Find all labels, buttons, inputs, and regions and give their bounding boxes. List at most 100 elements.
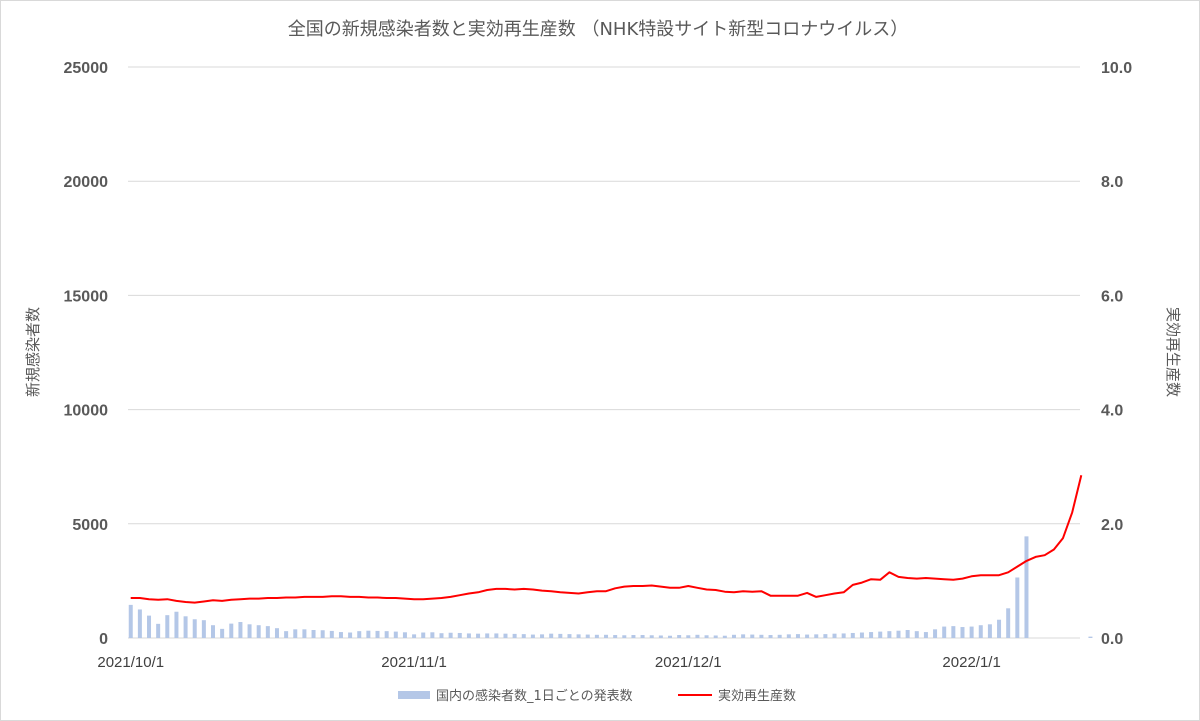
right-tick-label: 0.0 [1101, 631, 1123, 648]
case-bar [466, 633, 471, 638]
case-bar [247, 624, 252, 638]
case-bar [549, 633, 554, 638]
case-bar [704, 635, 709, 638]
case-bar [695, 634, 700, 638]
case-bar [969, 626, 974, 638]
case-bar [869, 632, 874, 638]
case-bar [174, 611, 179, 638]
case-bar [942, 626, 947, 638]
case-bar [1024, 536, 1029, 638]
case-bar [1088, 636, 1093, 638]
right-tick-label: 6.0 [1101, 288, 1123, 305]
case-bar [530, 634, 535, 638]
case-bar [320, 630, 325, 638]
case-bar [914, 631, 919, 638]
case-bar [439, 633, 444, 638]
case-bar [366, 630, 371, 638]
left-axis-ticks: 0 5000 10000 15000 20000 25000 [64, 60, 109, 648]
case-bar [604, 634, 609, 638]
case-bar [274, 628, 279, 638]
case-bar [183, 616, 188, 638]
case-bar [750, 634, 755, 638]
case-bar [192, 619, 197, 638]
gridlines [128, 66, 1080, 639]
case-bar [384, 631, 389, 638]
case-bar [896, 630, 901, 638]
case-bar [841, 633, 846, 638]
case-bar [668, 635, 673, 638]
case-bar [594, 634, 599, 638]
case-bar [1015, 577, 1020, 638]
case-bar [329, 630, 334, 638]
case-bar [759, 634, 764, 638]
case-bar [786, 634, 791, 638]
right-tick-label: 4.0 [1101, 403, 1123, 420]
case-bar [521, 634, 526, 638]
case-bar [823, 634, 828, 638]
bar-series [128, 536, 1093, 638]
case-bar [156, 623, 161, 638]
case-bar [338, 632, 343, 638]
case-bar [741, 634, 746, 638]
case-bar [567, 634, 572, 638]
x-axis-ticks: 2021/10/1 2021/11/1 2021/12/1 2022/1/1 [97, 654, 1000, 671]
case-bar [357, 631, 362, 638]
case-bar [814, 634, 819, 638]
right-axis-ticks: 0.0 2.0 4.0 6.0 8.0 10.0 [1101, 60, 1132, 648]
left-tick-label: 5000 [72, 517, 108, 534]
case-bar [256, 625, 261, 638]
chart-title: 全国の新規感染者数と実効再生産数 （NHK特設サイト新型コロナウイルス） [288, 19, 909, 40]
case-bar [211, 625, 216, 638]
case-bar [137, 609, 142, 638]
case-bar [284, 631, 289, 638]
rt-line [130, 475, 1083, 604]
case-bar [777, 634, 782, 638]
case-bar [677, 635, 682, 638]
case-bar [448, 632, 453, 638]
case-bar [731, 634, 736, 638]
case-bar [375, 630, 380, 638]
case-bar [128, 604, 133, 638]
case-bar [795, 634, 800, 638]
case-bar [832, 633, 837, 638]
left-tick-label: 0 [99, 631, 108, 648]
legend: 国内の感染者数_1日ごとの発表数 実効再生産数 [398, 688, 796, 704]
case-bar [768, 635, 773, 638]
left-tick-label: 20000 [64, 174, 109, 191]
case-bar [476, 633, 481, 638]
case-bar [402, 632, 407, 638]
x-tick-label: 2022/1/1 [942, 654, 1000, 671]
case-bar [658, 635, 663, 638]
left-tick-label: 10000 [64, 403, 109, 420]
case-bar [878, 631, 883, 638]
case-bar [503, 633, 508, 638]
case-bar [905, 630, 910, 638]
case-bar [238, 622, 243, 638]
case-bar [512, 633, 517, 638]
case-bar [978, 625, 983, 638]
x-tick-label: 2021/11/1 [381, 654, 447, 671]
legend-line-label: 実効再生産数 [718, 688, 796, 704]
left-tick-label: 15000 [64, 288, 109, 305]
legend-bar-swatch [398, 691, 430, 699]
x-tick-label: 2021/10/1 [97, 654, 164, 671]
case-bar [713, 635, 718, 638]
chart-svg: 全国の新規感染者数と実効再生産数 （NHK特設サイト新型コロナウイルス） 0 50… [24, 19, 1182, 704]
case-bar [859, 632, 864, 638]
case-bar [887, 631, 892, 638]
case-bar [997, 619, 1002, 638]
case-bar [960, 627, 965, 638]
case-bar [613, 635, 618, 638]
case-bar [640, 635, 645, 638]
case-bar [494, 633, 499, 638]
case-bar [165, 615, 170, 638]
case-bar [558, 633, 563, 638]
case-bar [576, 634, 581, 638]
case-bar [540, 634, 545, 638]
right-tick-label: 8.0 [1101, 174, 1123, 191]
case-bar [457, 632, 462, 638]
case-bar [933, 629, 938, 638]
x-tick-label: 2021/12/1 [655, 654, 722, 671]
case-bar [201, 620, 206, 638]
case-bar [293, 629, 298, 638]
